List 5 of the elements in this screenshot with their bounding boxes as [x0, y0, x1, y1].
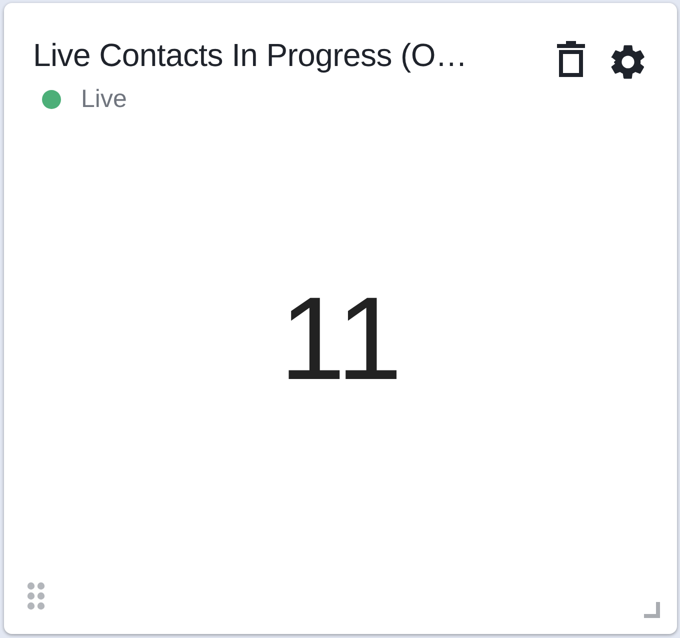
metric-value: 11	[280, 272, 402, 407]
status-label: Live	[81, 85, 127, 114]
resize-handle-icon[interactable]	[644, 602, 660, 618]
drag-handle-icon[interactable]	[27, 582, 45, 610]
widget-title: Live Contacts In Progress (O…	[33, 37, 468, 74]
